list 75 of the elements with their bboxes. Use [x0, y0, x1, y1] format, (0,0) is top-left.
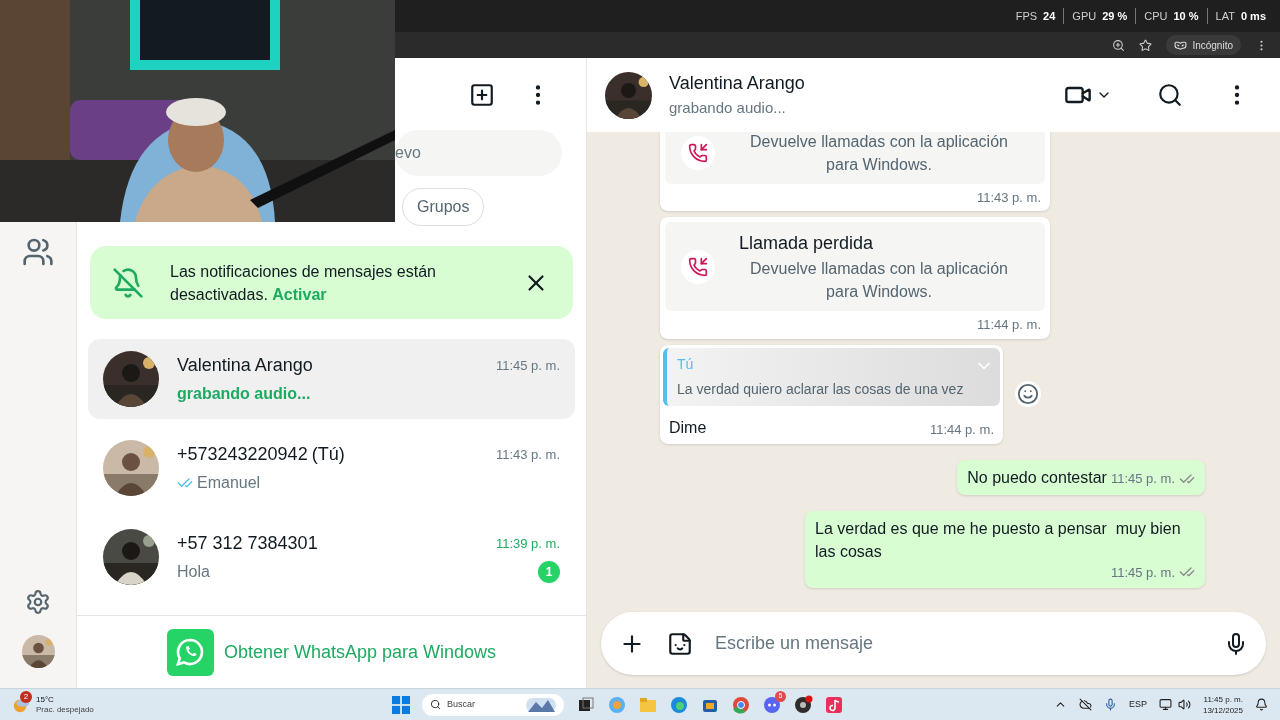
stat-value: 24: [1043, 8, 1056, 24]
temperature: 15°C: [36, 694, 55, 705]
stat-value: 0 ms: [1240, 8, 1266, 24]
contact-name-suffix: (Tú): [311, 443, 345, 466]
contact-name: Valentina Arango: [177, 354, 313, 377]
search-icon[interactable]: [1157, 82, 1183, 108]
message-time: 11:44 p. m.: [929, 421, 994, 439]
message-time: 11:45 p. m.: [1110, 470, 1175, 488]
new-chat-icon[interactable]: [469, 82, 495, 108]
banner-message: Las notificaciones de mensajes están desactivadas. Activar: [170, 261, 437, 305]
message-text: Dime: [669, 417, 707, 438]
windows-start-icon[interactable]: [392, 695, 410, 714]
chrome-icon[interactable]: [731, 694, 751, 715]
browser-icon[interactable]: [669, 694, 689, 715]
missed-call-icon: [688, 142, 708, 163]
filter-chip[interactable]: Grupos: [402, 188, 485, 226]
bell-off-icon: [112, 266, 144, 299]
contact-name: +573243220942: [177, 443, 308, 466]
chat-status: grabando audio...: [669, 98, 787, 119]
stat-label: LAT: [1215, 8, 1235, 24]
chat-preview: Emanuel: [197, 473, 261, 493]
message-time: 11:43 p. m.: [976, 188, 1041, 207]
notification-badge: 2: [20, 690, 32, 703]
incognito-badge[interactable]: Incógnito: [1166, 35, 1241, 55]
communities-icon[interactable]: [22, 236, 54, 268]
chat-preview: Hola: [177, 562, 210, 582]
language-indicator[interactable]: ESP: [1128, 697, 1147, 712]
music-note-icon[interactable]: [824, 694, 844, 715]
message-time: 11:44 p. m.: [976, 316, 1041, 334]
chat-preview: grabando audio...: [177, 384, 311, 404]
chat-title: Valentina Arango: [669, 72, 806, 96]
search-icon: [430, 699, 441, 710]
message-text: La verdad es que me he puesto a pensar muy bien las cosas: [815, 518, 1182, 562]
quote-author: Tú: [677, 354, 694, 374]
chat-time: 11:43 p. m.: [495, 445, 560, 464]
zoom-icon[interactable]: [1112, 38, 1126, 52]
whatsapp-logo-icon: [166, 628, 214, 676]
settings-icon[interactable]: [25, 589, 51, 615]
call-title: Llamada perdida: [739, 232, 874, 255]
clock-time: 11:45 p. m.: [1203, 693, 1243, 705]
search-label: Buscar: [447, 697, 476, 711]
stat-value: 10 %: [1173, 8, 1199, 24]
chat-time: 11:45 p. m.: [495, 356, 560, 375]
call-description: Devuelve llamadas con la aplicación para Windows.: [749, 132, 1009, 175]
unread-count: 1: [538, 561, 560, 583]
cloud-off-icon[interactable]: [1078, 698, 1092, 711]
emoji-reaction-icon[interactable]: [1015, 381, 1041, 407]
stat-value: 29 %: [1102, 8, 1128, 24]
message-composer[interactable]: Escribe un mensaje: [601, 612, 1266, 675]
contact-name: +57 312 7384301: [177, 532, 318, 555]
quoted-message: La verdad quiero aclarar las cosas de una vez: [677, 379, 965, 399]
message-input[interactable]: Escribe un mensaje: [715, 630, 1202, 657]
discord-icon[interactable]: [762, 694, 782, 715]
clock-date: 13/12/2025: [1202, 704, 1243, 716]
stat-label: FPS: [1015, 8, 1038, 24]
missed-call-icon: [688, 256, 708, 277]
download-text: Obtener WhatsApp para Windows: [223, 640, 497, 664]
stat-label: CPU: [1144, 8, 1168, 24]
sticker-icon[interactable]: [667, 630, 693, 657]
taskbar-search[interactable]: Buscar: [422, 693, 564, 716]
bookmark-star-icon[interactable]: [1139, 38, 1153, 52]
call-description: Devuelve llamadas con la aplicación para Windows.: [749, 259, 1009, 302]
search-field[interactable]: evo: [395, 130, 562, 176]
notification-bell-icon[interactable]: [1255, 698, 1268, 711]
weather-condition: Prac. despejado: [36, 704, 94, 715]
volume-icon[interactable]: [1177, 698, 1191, 711]
network-icon[interactable]: [1158, 698, 1172, 711]
stat-label: GPU: [1072, 8, 1097, 24]
message-text: No puedo contestar: [967, 467, 1107, 488]
message-time: 11:45 p. m.: [1110, 563, 1175, 582]
chat-time: 11:39 p. m.: [495, 534, 560, 553]
record-icon[interactable]: [793, 694, 813, 715]
taskbar-clock[interactable]: 11:45 p. m. 13/12/2025: [1202, 693, 1243, 716]
incognito-label: Incógnito: [1192, 38, 1233, 53]
chat-list-item[interactable]: Valentina Arango 11:45 p. m. grabando audio...: [88, 339, 575, 419]
